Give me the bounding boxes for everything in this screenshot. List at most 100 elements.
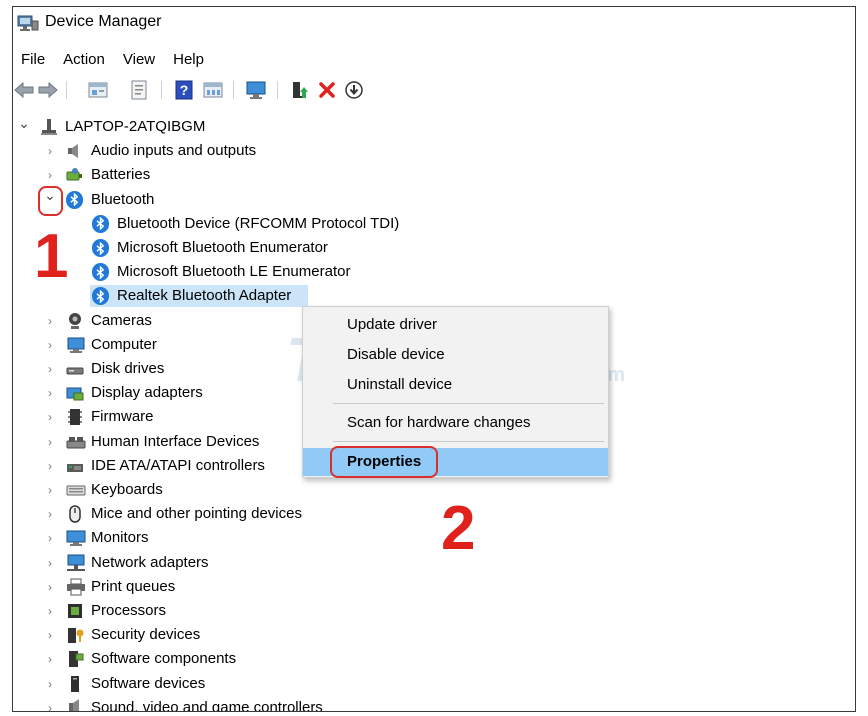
context-item-label: Update driver — [347, 316, 438, 333]
chevron-right-icon[interactable]: › — [44, 478, 56, 502]
context-item-uninstall-device[interactable]: Uninstall device — [303, 372, 608, 398]
add-driver-icon[interactable] — [288, 79, 310, 101]
toolbar-separator — [233, 81, 234, 99]
printer-icon — [66, 578, 85, 596]
tree-item-label: Microsoft Bluetooth Enumerator — [117, 239, 328, 256]
tree-item[interactable]: › Monitors — [13, 526, 855, 550]
chevron-right-icon[interactable]: › — [44, 139, 56, 163]
chevron-right-icon[interactable]: › — [44, 551, 56, 575]
tree-item[interactable]: › Sound, video and game controllers — [13, 696, 855, 711]
sound-controller-icon — [66, 698, 84, 711]
tree-item-label: Bluetooth — [91, 190, 155, 208]
tree-item-label: Computer — [91, 335, 157, 353]
chevron-right-icon[interactable]: › — [44, 647, 56, 671]
context-item-label: Disable device — [347, 346, 445, 363]
battery-icon — [66, 166, 84, 184]
toolbar-separator — [161, 81, 162, 99]
tree-item-label: Software devices — [91, 674, 206, 692]
tree-item[interactable]: › Security devices — [13, 623, 855, 647]
software-component-icon — [66, 650, 84, 668]
resources-icon[interactable] — [202, 79, 224, 101]
chevron-right-icon[interactable]: › — [44, 454, 56, 478]
tree-child-device[interactable]: Bluetooth Device (RFCOMM Protocol TDI) — [13, 212, 855, 236]
annotation-box-expand — [38, 186, 63, 216]
chevron-right-icon[interactable]: › — [44, 309, 56, 333]
mouse-icon — [66, 505, 84, 523]
tree-item[interactable]: › Network adapters — [13, 551, 855, 575]
annotation-step-1: 1 — [34, 222, 69, 291]
tree-item[interactable]: › Software devices — [13, 672, 855, 696]
chevron-right-icon[interactable]: › — [44, 381, 56, 405]
context-item-update-driver[interactable]: Update driver — [303, 312, 608, 338]
tree-item-bluetooth[interactable]: ⌄ Bluetooth — [13, 187, 855, 212]
chevron-right-icon[interactable]: › — [44, 357, 56, 381]
context-item-label: Uninstall device — [347, 376, 453, 393]
tree-item-label: Audio inputs and outputs — [91, 142, 257, 160]
chevron-right-icon[interactable]: › — [44, 599, 56, 623]
tree-child-device[interactable]: Microsoft Bluetooth LE Enumerator — [13, 260, 855, 284]
tree-item-label: Bluetooth Device (RFCOMM Protocol TDI) — [117, 214, 400, 232]
tree-item[interactable]: › Mice and other pointing devices — [13, 502, 855, 526]
security-device-icon — [66, 626, 84, 644]
chevron-right-icon[interactable]: › — [44, 672, 56, 696]
tree-item-label: Keyboards — [91, 481, 163, 498]
menu-bar: File Action View Help — [13, 49, 213, 71]
chevron-right-icon[interactable]: › — [44, 405, 56, 429]
firmware-icon — [66, 408, 84, 426]
tree-item[interactable]: › Print queues — [13, 575, 855, 599]
menu-view[interactable]: View — [114, 49, 164, 71]
tree-item[interactable]: › Software components — [13, 647, 855, 671]
tree-item-label: Batteries — [91, 166, 151, 184]
chevron-right-icon[interactable]: › — [44, 575, 56, 599]
tree-item[interactable]: › Keyboards — [13, 478, 855, 502]
tree-child-device[interactable]: Realtek Bluetooth Adapter — [13, 284, 855, 308]
tree-item-label: Network adapters — [91, 553, 209, 571]
processor-icon — [66, 602, 84, 620]
keyboard-icon — [66, 481, 86, 499]
context-item-disable-device[interactable]: Disable device — [303, 342, 608, 368]
tree-item-label: Firmware — [91, 408, 154, 426]
toolbar-separator — [277, 81, 278, 99]
chevron-right-icon[interactable]: › — [44, 623, 56, 647]
tree-item[interactable]: › Processors — [13, 599, 855, 623]
tree-item[interactable]: › Batteries — [13, 163, 855, 187]
tree-item[interactable]: › Audio inputs and outputs — [13, 139, 855, 163]
chevron-right-icon[interactable]: › — [44, 526, 56, 550]
update-driver-icon[interactable] — [343, 79, 365, 101]
context-separator — [333, 403, 604, 404]
bluetooth-icon — [92, 287, 110, 306]
toolbar: ? — [13, 77, 855, 103]
tree-item-label: Human Interface Devices — [91, 432, 260, 450]
chevron-right-icon[interactable]: › — [44, 696, 56, 711]
help-icon[interactable]: ? — [173, 79, 195, 101]
chevron-down-icon[interactable]: ⌄ — [18, 111, 30, 135]
uninstall-x-icon[interactable] — [316, 79, 338, 101]
chevron-right-icon[interactable]: › — [44, 333, 56, 357]
tree-child-device[interactable]: Microsoft Bluetooth Enumerator — [13, 236, 855, 260]
context-separator — [333, 441, 604, 442]
menu-help[interactable]: Help — [164, 49, 213, 71]
tree-item-label: IDE ATA/ATAPI controllers — [91, 456, 265, 474]
tree-item-label: Realtek Bluetooth Adapter — [117, 287, 292, 305]
forward-arrow-icon[interactable] — [37, 79, 59, 101]
context-item-scan-hardware[interactable]: Scan for hardware changes — [303, 410, 608, 436]
context-item-label: Scan for hardware changes — [347, 414, 531, 431]
details-icon[interactable] — [128, 79, 150, 101]
annotation-box-properties — [330, 446, 438, 478]
window-title: Device Manager — [45, 13, 162, 30]
tree-root[interactable]: ⌄ LAPTOP-2ATQIBGM — [13, 115, 855, 139]
bluetooth-icon — [92, 214, 110, 233]
tree-item-label: Processors — [91, 602, 167, 619]
software-device-icon — [66, 675, 84, 693]
chevron-right-icon[interactable]: › — [44, 502, 56, 526]
tree-item-label: Mice and other pointing devices — [91, 505, 302, 523]
monitor-scan-icon[interactable] — [245, 79, 267, 101]
menu-file[interactable]: File — [13, 49, 54, 71]
bluetooth-icon — [92, 239, 110, 257]
menu-action[interactable]: Action — [54, 49, 114, 71]
chevron-right-icon[interactable]: › — [44, 430, 56, 454]
svg-text:?: ? — [180, 82, 189, 98]
back-arrow-icon[interactable] — [13, 79, 35, 101]
properties-icon[interactable] — [87, 79, 109, 101]
tree-item-label: Software components — [91, 650, 237, 668]
